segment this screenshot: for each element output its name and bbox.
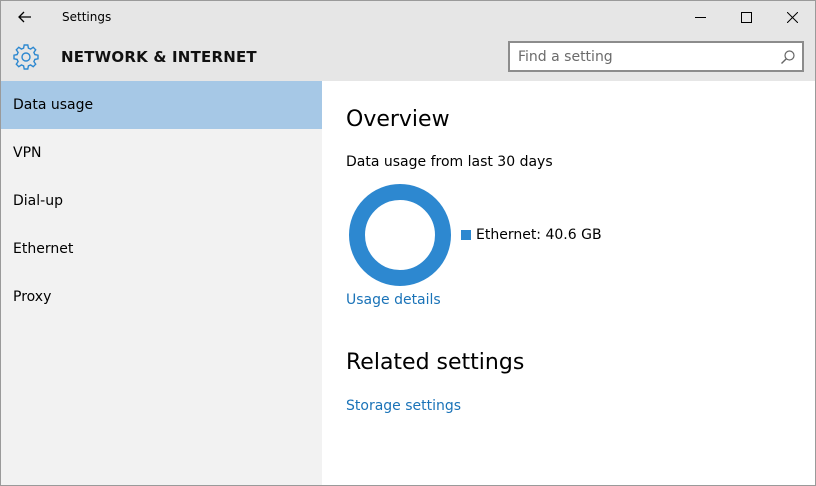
usage-caption: Data usage from last 30 days: [346, 154, 553, 170]
maximize-icon: [740, 11, 752, 23]
usage-details-link[interactable]: Usage details: [346, 292, 441, 308]
overview-heading: Overview: [346, 107, 450, 132]
close-button[interactable]: [769, 1, 815, 33]
back-button[interactable]: [9, 3, 41, 31]
sidebar-item-data-usage[interactable]: Data usage: [1, 81, 322, 129]
maximize-button[interactable]: [723, 1, 769, 33]
sidebar-item-label: Proxy: [13, 289, 52, 305]
sidebar-item-label: Dial-up: [13, 193, 63, 209]
chart-legend: Ethernet: 40.6 GB: [461, 227, 602, 243]
page-title: NETWORK & INTERNET: [61, 48, 257, 66]
minimize-icon: [694, 16, 706, 18]
page-header: NETWORK & INTERNET: [1, 33, 815, 81]
sidebar-item-dial-up[interactable]: Dial-up: [1, 177, 322, 225]
sidebar: Data usage VPN Dial-up Ethernet Proxy: [1, 81, 322, 485]
close-icon: [786, 11, 798, 23]
legend-label: Ethernet: 40.6 GB: [476, 227, 602, 243]
window-title: Settings: [62, 10, 112, 24]
sidebar-item-label: VPN: [13, 145, 42, 161]
sidebar-item-label: Ethernet: [13, 241, 74, 257]
back-arrow-icon: [18, 11, 31, 23]
sidebar-item-label: Data usage: [13, 97, 94, 113]
storage-settings-link[interactable]: Storage settings: [346, 398, 461, 414]
main-content: Overview Data usage from last 30 days Et…: [322, 81, 815, 485]
gear-icon: [13, 44, 39, 70]
search-box[interactable]: [508, 41, 804, 72]
search-input[interactable]: [518, 47, 768, 67]
donut-slice-ethernet: [349, 184, 451, 286]
title-bar: Settings: [1, 1, 815, 33]
settings-window: Settings NETWORK & INTERNET D: [0, 0, 816, 486]
minimize-button[interactable]: [677, 1, 723, 33]
search-icon[interactable]: [780, 49, 796, 65]
sidebar-item-proxy[interactable]: Proxy: [1, 273, 322, 321]
sidebar-item-ethernet[interactable]: Ethernet: [1, 225, 322, 273]
legend-swatch: [461, 230, 471, 240]
sidebar-item-vpn[interactable]: VPN: [1, 129, 322, 177]
related-settings-heading: Related settings: [346, 350, 525, 375]
usage-donut-chart: [349, 184, 451, 286]
